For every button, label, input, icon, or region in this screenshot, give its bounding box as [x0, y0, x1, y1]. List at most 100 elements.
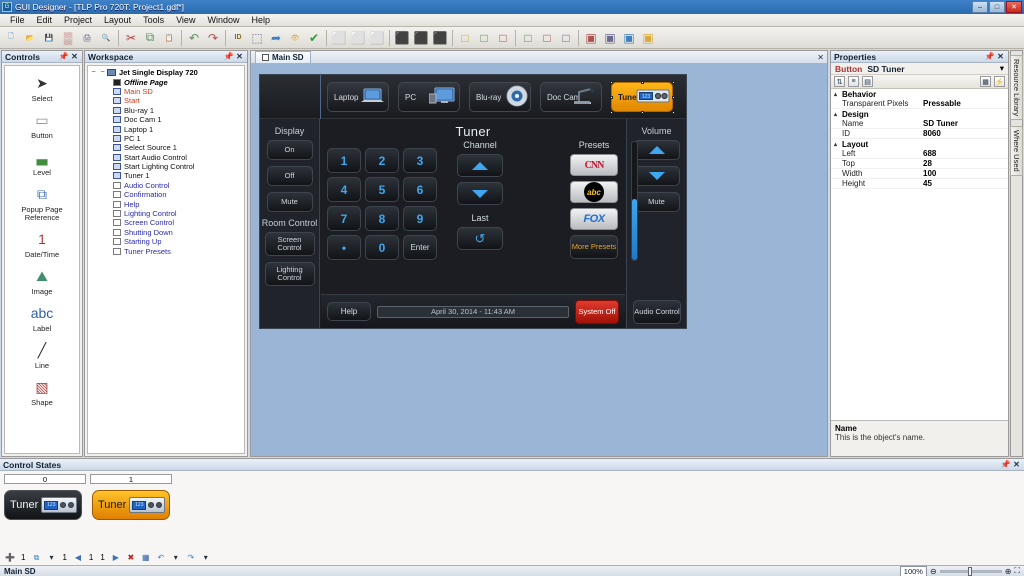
- color-matrix-icon[interactable]: ▒: [59, 29, 77, 47]
- control-tool-date-time[interactable]: 1 Date/Time: [5, 228, 79, 259]
- keypad-key-1[interactable]: 1: [327, 148, 361, 173]
- export-icon[interactable]: ➦: [267, 29, 285, 47]
- zoom-out-icon[interactable]: ⊖: [930, 567, 937, 576]
- events-view-icon[interactable]: ⚡: [994, 76, 1005, 87]
- tree-node[interactable]: Start: [89, 96, 243, 105]
- keypad-key-4[interactable]: 4: [327, 177, 361, 202]
- last-channel-button[interactable]: ↺: [457, 227, 503, 250]
- preset-cnn-button[interactable]: CNN: [570, 154, 618, 176]
- control-tool-image[interactable]: ⛰ Image: [5, 265, 79, 296]
- source-button-laptop[interactable]: Laptop: [327, 82, 389, 112]
- dock-tab-where-used[interactable]: Where Used: [1010, 126, 1023, 176]
- close-button[interactable]: ✕: [1006, 1, 1022, 13]
- align-middle-v-icon[interactable]: ⬛: [412, 29, 430, 47]
- menu-item-tools[interactable]: Tools: [137, 14, 170, 26]
- display-mute-button[interactable]: Mute: [266, 192, 313, 212]
- pin-icon[interactable]: 📌: [985, 52, 995, 61]
- property-value[interactable]: 100: [923, 169, 1008, 178]
- delete-state-button[interactable]: ✖: [125, 552, 137, 563]
- keypad-key-5[interactable]: 5: [365, 177, 399, 202]
- zoom-slider[interactable]: [939, 566, 1002, 576]
- control-tool-level[interactable]: ▃ Level: [5, 146, 79, 177]
- channel-up-button[interactable]: [457, 154, 503, 177]
- state-equal-icon[interactable]: ▣: [582, 29, 600, 47]
- keypad-key-[interactable]: •: [327, 235, 361, 260]
- design-surface[interactable]: Laptop PC Blu-ray Doc Cam Tuner 123 Display O…: [251, 64, 827, 456]
- tree-node[interactable]: Start Audio Control: [89, 153, 243, 162]
- tree-node[interactable]: Select Source 1: [89, 143, 243, 152]
- close-icon[interactable]: ✕: [996, 52, 1005, 61]
- control-state-preview-0[interactable]: Tuner 123: [4, 490, 82, 520]
- dock-tab-resource-library[interactable]: Resource Library: [1010, 55, 1023, 121]
- property-row[interactable]: Transparent Pixels Pressable: [831, 99, 1008, 109]
- copy-state-icon[interactable]: ⧉: [30, 552, 42, 563]
- menu-item-view[interactable]: View: [170, 14, 201, 26]
- keypad-key-8[interactable]: 8: [365, 206, 399, 231]
- control-tool-shape[interactable]: ▧ Shape: [5, 376, 79, 407]
- undo-icon[interactable]: ↶: [185, 29, 203, 47]
- audio-control-button[interactable]: Audio Control: [633, 300, 681, 324]
- keypad-key-0[interactable]: 0: [365, 235, 399, 260]
- expander-icon[interactable]: −: [89, 69, 98, 76]
- align-left-icon[interactable]: ⬜: [330, 29, 348, 47]
- distribute-h-icon[interactable]: □: [519, 29, 537, 47]
- tree-node[interactable]: Laptop 1: [89, 124, 243, 134]
- same-size-icon[interactable]: □: [494, 29, 512, 47]
- paste-icon[interactable]: 📋: [160, 29, 178, 47]
- tree-node[interactable]: Doc Cam 1: [89, 115, 243, 124]
- help-button[interactable]: Help: [327, 302, 371, 321]
- property-value[interactable]: 688: [923, 149, 1008, 158]
- close-icon[interactable]: ✕: [70, 52, 79, 61]
- selection-handle[interactable]: [610, 111, 613, 114]
- display-on-button[interactable]: On: [266, 140, 313, 160]
- state-remove-icon[interactable]: ▣: [620, 29, 638, 47]
- minimize-button[interactable]: –: [972, 1, 988, 13]
- keypad-key-6[interactable]: 6: [403, 177, 437, 202]
- keypad-key-3[interactable]: 3: [403, 148, 437, 173]
- tree-node[interactable]: Screen Control: [89, 218, 243, 227]
- tab-close-icon[interactable]: ✕: [817, 53, 824, 62]
- preview-eye-icon[interactable]: 👁: [286, 29, 304, 47]
- state-number-field[interactable]: 1: [90, 474, 172, 484]
- close-icon[interactable]: ✕: [1012, 460, 1021, 469]
- property-value[interactable]: 45: [923, 179, 1008, 188]
- same-width-icon[interactable]: □: [456, 29, 474, 47]
- tree-node[interactable]: Lighting Control: [89, 209, 243, 218]
- property-row[interactable]: ID 8060: [831, 129, 1008, 139]
- property-category[interactable]: ▴ Layout: [831, 139, 1008, 149]
- selection-handle[interactable]: [641, 81, 644, 84]
- state-multiply-icon[interactable]: ▣: [639, 29, 657, 47]
- pin-icon[interactable]: 📌: [1001, 460, 1011, 469]
- property-value[interactable]: SD Tuner: [923, 119, 1008, 128]
- tree-node[interactable]: Main SD: [89, 87, 243, 96]
- control-tool-label[interactable]: abc Label: [5, 302, 79, 333]
- copy-icon[interactable]: ⧉: [141, 29, 159, 47]
- tree-node[interactable]: Confirmation: [89, 190, 243, 199]
- zoom-slider-thumb[interactable]: [967, 566, 972, 576]
- preset-abc-button[interactable]: abc: [570, 181, 618, 203]
- pin-icon[interactable]: 📌: [59, 52, 69, 61]
- property-row[interactable]: Name SD Tuner: [831, 119, 1008, 129]
- tree-root[interactable]: − − Jet Single Display 720: [89, 68, 243, 77]
- source-button-doc-cam[interactable]: Doc Cam: [540, 82, 602, 112]
- tree-node[interactable]: Start Lighting Control: [89, 162, 243, 171]
- display-off-button[interactable]: Off: [266, 166, 313, 186]
- preset-fox-button[interactable]: FOX: [570, 208, 618, 230]
- property-category[interactable]: ▴ Behavior: [831, 89, 1008, 99]
- volume-down-button[interactable]: [633, 166, 680, 186]
- open-folder-icon[interactable]: 📂: [21, 29, 39, 47]
- copy-dropdown-icon[interactable]: ▾: [45, 552, 57, 563]
- lighting-control-button[interactable]: Lighting Control: [264, 262, 315, 286]
- selected-object-row[interactable]: Button SD Tuner ▾: [831, 63, 1008, 75]
- center-page-icon[interactable]: □: [557, 29, 575, 47]
- undo-state-button[interactable]: ↶: [155, 552, 167, 563]
- alphabetical-icon[interactable]: ▤: [862, 76, 873, 87]
- print-icon[interactable]: 🖨: [78, 29, 96, 47]
- tree-node[interactable]: Help: [89, 199, 243, 209]
- source-button-pc[interactable]: PC: [398, 82, 460, 112]
- source-button-blu-ray[interactable]: Blu-ray: [469, 82, 531, 112]
- redo-dropdown-icon[interactable]: ▾: [200, 552, 212, 563]
- system-off-button[interactable]: System Off: [575, 299, 619, 324]
- align-top-icon[interactable]: ⬛: [393, 29, 411, 47]
- more-presets-button[interactable]: More Presets: [570, 235, 618, 259]
